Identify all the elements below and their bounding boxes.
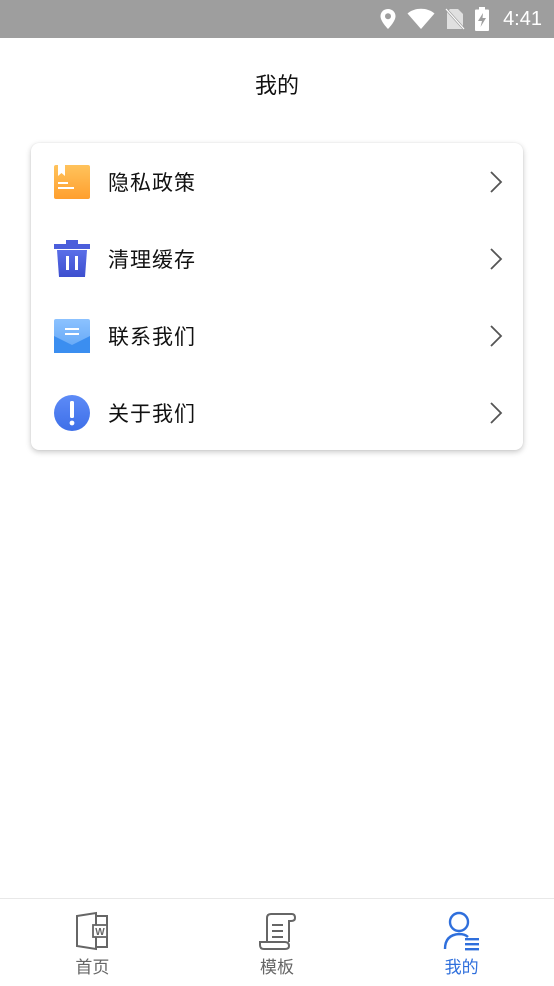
tab-label: 我的: [444, 958, 479, 978]
svg-text:W: W: [96, 927, 106, 938]
menu-item-contact-us[interactable]: 联系我们: [31, 297, 523, 374]
tab-label: 首页: [75, 958, 110, 978]
location-icon: [379, 8, 397, 30]
chevron-right-icon: [490, 247, 503, 270]
menu-item-label: 隐私政策: [108, 170, 196, 195]
status-time: 4:41: [503, 7, 542, 30]
chevron-right-icon: [490, 170, 503, 193]
tab-label: 模板: [260, 958, 294, 978]
status-icons: 4:41: [379, 0, 542, 38]
info-exclamation-icon: [53, 394, 91, 432]
tab-home[interactable]: W 首页: [0, 899, 185, 986]
tab-mine[interactable]: 我的: [369, 899, 554, 986]
word-doc-icon: W: [72, 911, 112, 951]
scroll-template-icon: [257, 911, 297, 951]
menu-item-privacy-policy[interactable]: 隐私政策: [31, 143, 523, 220]
privacy-book-icon: [53, 163, 91, 201]
settings-menu-card: 隐私政策 清理缓存 联系我们 关于我们: [31, 143, 523, 450]
page-title: 我的: [254, 74, 299, 99]
trash-icon: [53, 239, 91, 278]
menu-item-label: 关于我们: [108, 401, 196, 426]
menu-item-label: 清理缓存: [108, 247, 196, 272]
menu-item-label: 联系我们: [108, 324, 196, 349]
battery-charging-icon: [475, 7, 490, 31]
tab-templates[interactable]: 模板: [185, 899, 370, 986]
chevron-right-icon: [490, 401, 503, 424]
menu-item-about-us[interactable]: 关于我们: [31, 374, 523, 451]
mail-icon: [53, 317, 91, 355]
menu-item-clear-cache[interactable]: 清理缓存: [31, 220, 523, 297]
bottom-nav: W 首页 模板 我的: [0, 898, 554, 986]
chevron-right-icon: [490, 324, 503, 347]
user-profile-icon: [442, 911, 482, 951]
status-bar: 4:41: [0, 0, 554, 38]
wifi-icon: [407, 8, 435, 30]
no-sim-icon: [445, 8, 465, 30]
